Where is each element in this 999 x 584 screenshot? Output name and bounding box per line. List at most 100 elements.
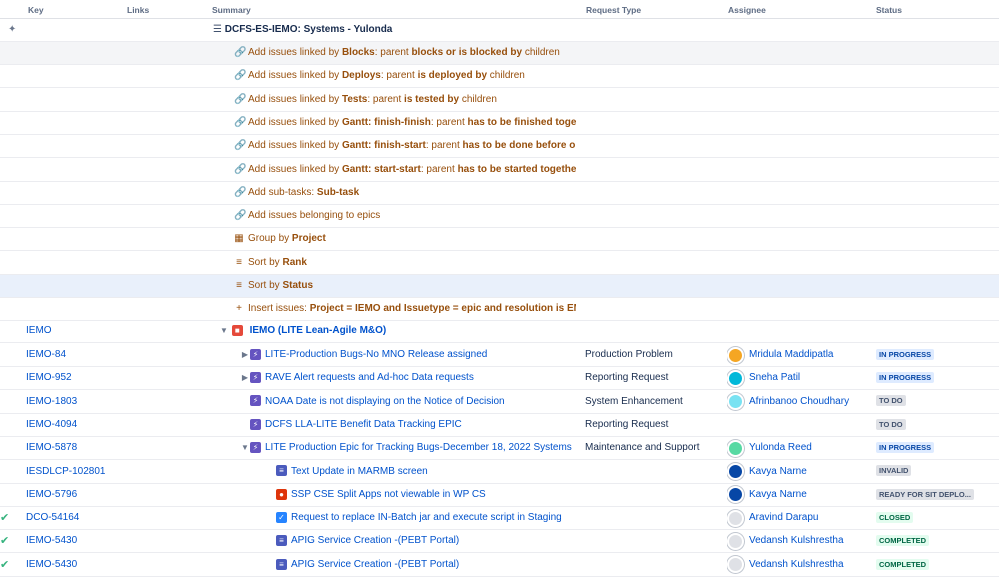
issue-key[interactable]: IESDLCP-102801	[26, 461, 206, 483]
issue-title-link[interactable]: APIG Service Creation -(PEBT Portal)	[291, 535, 459, 546]
generator-row[interactable]: + Insert issues: Project = IEMO and Issue…	[0, 298, 999, 322]
status-cell: IN PROGRESS	[876, 437, 996, 459]
assignee-name[interactable]: Vedansh Kulshrestha	[749, 559, 844, 570]
assignee[interactable]: Sneha Patil	[727, 367, 872, 389]
column-header-key[interactable]: Key	[28, 5, 44, 15]
generator-summary: 🔗 Add issues belonging to epics	[234, 205, 576, 227]
status-badge[interactable]: INVALID	[876, 465, 912, 477]
issue-row[interactable]: IEMO-84 ▶ ⚡ LITE-Production Bugs-No MNO Rel…	[0, 344, 999, 367]
issue-summary: ⚡ NOAA Date is not displaying on the Noti…	[240, 391, 575, 413]
assignee[interactable]: Vedansh Kulshrestha	[727, 554, 872, 576]
issue-title-link[interactable]: Request to replace IN-Batch jar and exec…	[291, 512, 562, 523]
issue-key[interactable]: IEMO-5430	[26, 554, 206, 576]
status-badge[interactable]: READY FOR SIT DEPLO...	[876, 488, 974, 500]
generator-text: Add issues linked by	[248, 70, 342, 82]
generator-row[interactable]: ≡ Sort by Rank	[0, 252, 999, 275]
column-header-request-type[interactable]: Request Type	[586, 5, 641, 15]
generator-text: Add issues linked by	[248, 47, 342, 58]
assignee-name[interactable]: Afrinbanoo Choudhary	[749, 396, 849, 407]
issue-title-link[interactable]: LITE-Production Bugs-No MNO Release assi…	[265, 349, 487, 360]
assignee-name[interactable]: Vedansh Kulshrestha	[749, 535, 844, 546]
issue-key[interactable]: IEMO-84	[26, 344, 206, 366]
generator-text: : parent	[420, 163, 458, 175]
column-header-status[interactable]: Status	[876, 5, 902, 15]
issue-key[interactable]: IEMO-5878	[26, 437, 206, 459]
request-type	[585, 507, 720, 529]
issue-title-link[interactable]: DCFS LLA-LITE Benefit Data Tracking EPIC	[265, 419, 462, 430]
chevron-right-icon[interactable]: ▶	[240, 344, 250, 366]
assignee-name[interactable]: Kavya Narne	[749, 489, 807, 500]
issue-row[interactable]: IEMO-952 ▶ ⚡ RAVE Alert requests and Ad-hoc…	[0, 367, 999, 391]
project-icon: ■	[231, 324, 243, 336]
issue-key[interactable]: IEMO-5430	[26, 530, 206, 552]
issue-row[interactable]: IEMO-5796 ● SSP CSE Split Apps not viewabl…	[0, 484, 999, 507]
chevron-down-icon[interactable]: ▼	[219, 320, 229, 342]
column-header-summary[interactable]: Summary	[212, 5, 251, 15]
generator-row[interactable]: 🔗 Add issues linked by Blocks: parent blo…	[0, 42, 999, 65]
issue-row[interactable]: ✔ IEMO-5430 ≡ APIG Service Creation -(PEBT …	[0, 530, 999, 554]
issue-row[interactable]: ✔ IEMO-5430 ≡ APIG Service Creation -(PEBT …	[0, 554, 999, 577]
status-badge[interactable]: IN PROGRESS	[876, 442, 935, 454]
column-header-assignee[interactable]: Assignee	[728, 5, 766, 15]
assignee[interactable]: Kavya Narne	[727, 461, 872, 483]
status-badge[interactable]: COMPLETED	[876, 535, 930, 547]
issue-row[interactable]: IESDLCP-102801 ≡ Text Update in MARMB scre…	[0, 461, 999, 484]
assignee[interactable]: Yulonda Reed	[727, 437, 872, 459]
chevron-right-icon[interactable]: ▶	[240, 367, 250, 389]
assignee-name[interactable]: Kavya Narne	[749, 466, 807, 477]
generator-row[interactable]: 🔗 Add issues linked by Tests: parent is t…	[0, 89, 999, 112]
status-badge[interactable]: CLOSED	[876, 511, 914, 523]
assignee-name[interactable]: Yulonda Reed	[749, 442, 812, 453]
assignee-name[interactable]: Mridula Maddipatla	[749, 349, 834, 360]
generator-summary: 🔗 Add sub-tasks: Sub-task	[234, 182, 576, 204]
project-key[interactable]: IEMO	[26, 320, 206, 342]
generator-row[interactable]: 🔗 Add issues linked by Deploys: parent is…	[0, 65, 999, 89]
assignee[interactable]: Kavya Narne	[727, 484, 872, 506]
issue-title-link[interactable]: NOAA Date is not displaying on the Notic…	[265, 396, 505, 407]
issue-key[interactable]: IEMO-1803	[26, 391, 206, 413]
generator-row[interactable]: ▦ Group by Project	[0, 228, 999, 252]
status-badge[interactable]: IN PROGRESS	[876, 348, 935, 360]
project-row[interactable]: IEMO ▼ ■ IEMO (LITE Lean-Agile M&O)	[0, 320, 999, 343]
column-header-links[interactable]: Links	[127, 5, 149, 15]
issue-key[interactable]: IEMO-5796	[26, 484, 206, 506]
status-badge[interactable]: IN PROGRESS	[876, 372, 935, 384]
assignee-name[interactable]: Aravind Darapu	[749, 512, 818, 523]
generator-text: : parent	[367, 93, 405, 105]
issue-row[interactable]: ✔ DCO-54164 ✓ Request to replace IN-Batch j…	[0, 507, 999, 531]
status-badge[interactable]: TO DO	[876, 395, 906, 407]
assignee[interactable]: Vedansh Kulshrestha	[727, 530, 872, 552]
assignee[interactable]: Mridula Maddipatla	[727, 344, 872, 366]
issue-key[interactable]: IEMO-4094	[26, 414, 206, 436]
generator-row[interactable]: 🔗 Add issues belonging to epics	[0, 205, 999, 229]
issue-title-link[interactable]: LITE Production Epic for Tracking Bugs-D…	[265, 442, 575, 453]
generator-row[interactable]: 🔗 Add issues linked by Gantt: finish-star…	[0, 135, 999, 159]
assignee[interactable]: Afrinbanoo Choudhary	[727, 391, 872, 413]
avatar	[727, 346, 744, 364]
issue-title-link[interactable]: APIG Service Creation -(PEBT Portal)	[291, 559, 459, 570]
generator-row[interactable]: ≡ Sort by Status	[0, 275, 999, 298]
status-badge[interactable]: TO DO	[876, 418, 906, 430]
chevron-down-icon[interactable]: ▼	[240, 437, 250, 459]
issue-title-link[interactable]: SSP CSE Split Apps not viewable in WP CS	[291, 489, 486, 500]
resolved-check-icon: ✔	[0, 512, 10, 525]
assignee[interactable]: Aravind Darapu	[727, 507, 872, 529]
assignee-name[interactable]: Sneha Patil	[749, 372, 800, 383]
issue-row[interactable]: IEMO-5878 ▼ ⚡ LITE Production Epic for Trac…	[0, 437, 999, 461]
generator-text: children	[459, 93, 497, 105]
issue-title-link[interactable]: RAVE Alert requests and Ad-hoc Data requ…	[265, 372, 474, 383]
generator-text: blocks or is blocked by	[411, 47, 523, 58]
status-badge[interactable]: COMPLETED	[876, 558, 930, 570]
issue-key[interactable]: IEMO-952	[26, 367, 206, 389]
structure-root-row[interactable]: ✦ ☰ DCFS-ES-IEMO: Systems - Yulonda	[0, 19, 999, 42]
issue-key[interactable]: DCO-54164	[26, 507, 206, 529]
generator-text: is tested by	[404, 93, 460, 105]
wand-icon[interactable]: ✦	[8, 19, 22, 41]
generator-summary: ▦ Group by Project	[234, 228, 576, 250]
generator-row[interactable]: 🔗 Add issues linked by Gantt: finish-fini…	[0, 112, 999, 135]
issue-row[interactable]: IEMO-4094 ⚡ DCFS LLA-LITE Benefit Data Tra…	[0, 414, 999, 437]
generator-row[interactable]: 🔗 Add sub-tasks: Sub-task	[0, 182, 999, 205]
generator-row[interactable]: 🔗 Add issues linked by Gantt: start-start…	[0, 159, 999, 182]
issue-row[interactable]: IEMO-1803 ⚡ NOAA Date is not displaying on…	[0, 391, 999, 414]
issue-title-link[interactable]: Text Update in MARMB screen	[291, 466, 428, 477]
